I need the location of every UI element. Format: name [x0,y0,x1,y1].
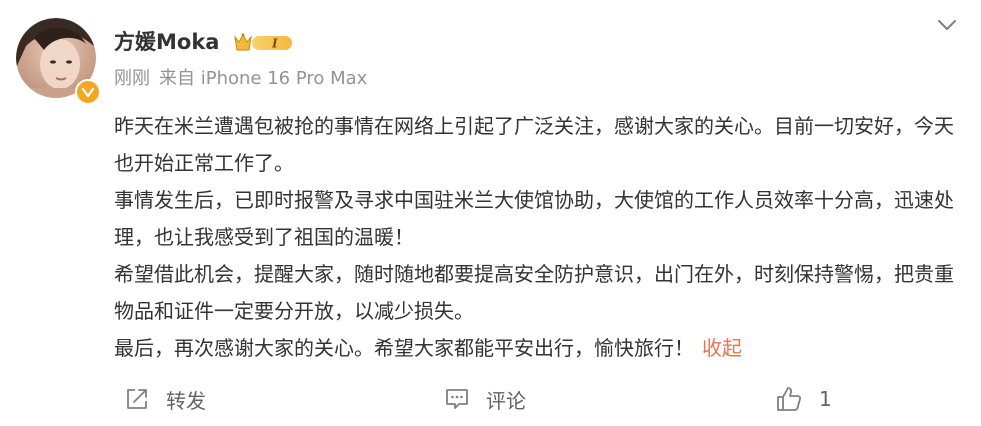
collapse-link[interactable]: 收起 [702,336,742,360]
comment-label: 评论 [486,388,526,413]
comment-button[interactable]: 评论 [444,378,526,420]
post-paragraph: 最后，再次感谢大家的关心。希望大家都能平安出行，愉快旅行！ 收起 [114,330,964,367]
level-badge-text: I [271,37,278,51]
post-paragraph: 事情发生后，已即时报警及寻求中国驻米兰大使馆协助，大使馆的工作人员效率十分高，迅… [114,188,954,249]
post-paragraph-text: 最后，再次感谢大家的关心。希望大家都能平安出行，愉快旅行！ [114,336,694,360]
avatar[interactable] [16,18,101,105]
forward-label: 转发 [166,388,206,413]
thumbs-up-icon [775,385,803,413]
post-paragraph: 希望借此机会，提醒大家，随时随地都要提高安全防护意识，出门在外，时刻保持警惕，把… [114,262,954,323]
action-bar: 转发 评论 1 [0,378,981,420]
like-count: 1 [819,387,832,411]
post-source: 来自 iPhone 16 Pro Max [159,68,368,89]
more-options-button[interactable] [934,12,960,38]
chevron-down-icon [938,20,956,30]
post-meta: 刚刚 来自 iPhone 16 Pro Max [114,67,376,91]
level-badge-icon[interactable]: I [232,31,296,55]
comment-icon [444,386,470,412]
share-icon [124,386,150,412]
user-name[interactable]: 方媛Moka [114,28,219,56]
post-paragraph: 昨天在米兰遭遇包被抢的事情在网络上引起了广泛关注，感谢大家的关心。目前一切安好，… [114,114,954,175]
like-button[interactable]: 1 [775,378,832,420]
forward-button[interactable]: 转发 [124,378,206,420]
post-content: 昨天在米兰遭遇包被抢的事情在网络上引起了广泛关注，感谢大家的关心。目前一切安好，… [114,108,964,367]
post-time: 刚刚 [114,68,150,89]
verified-badge-icon [75,79,101,105]
